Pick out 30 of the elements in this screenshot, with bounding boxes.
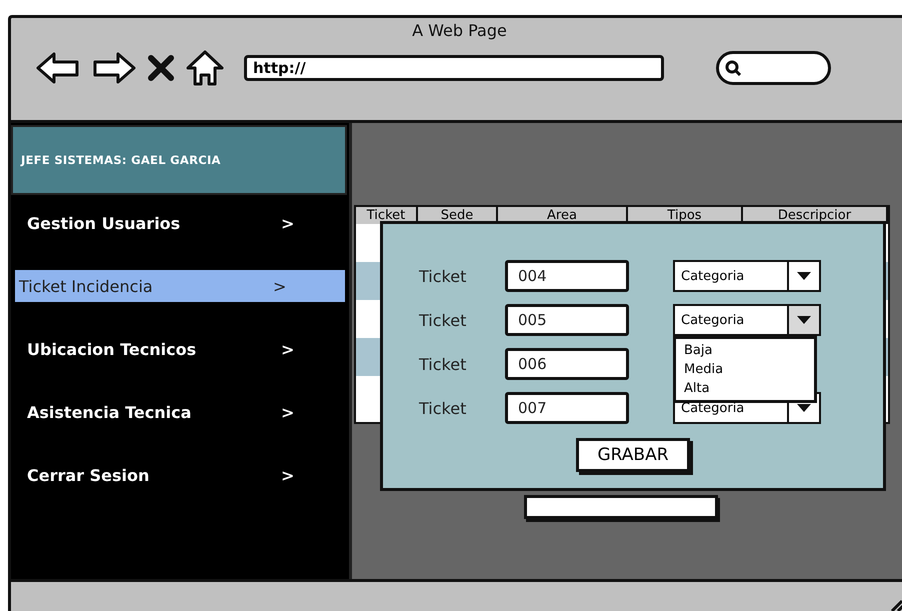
caret-icon xyxy=(796,271,812,281)
dropdown-toggle[interactable] xyxy=(787,306,819,334)
caret-icon xyxy=(796,315,812,325)
dropdown-option[interactable]: Media xyxy=(684,360,806,379)
forward-icon[interactable] xyxy=(92,51,136,85)
search-icon xyxy=(725,60,741,76)
category-dropdown[interactable]: Categoria xyxy=(673,304,821,336)
ticket-label: Ticket xyxy=(419,310,468,330)
sidebar-item[interactable]: Ticket Incidencia > xyxy=(15,270,345,302)
close-icon[interactable] xyxy=(148,55,174,81)
home-icon[interactable] xyxy=(186,50,224,86)
category-dropdown[interactable]: Categoria xyxy=(673,260,821,292)
ticket-label: Ticket xyxy=(419,398,468,418)
ticket-input[interactable]: 005 xyxy=(505,304,629,336)
save-button[interactable]: GRABAR xyxy=(576,438,690,472)
window-title: A Web Page xyxy=(412,21,507,40)
search-field[interactable] xyxy=(716,51,831,85)
sidebar-item[interactable]: Cerrar Sesion > xyxy=(11,459,345,491)
ticket-label: Ticket xyxy=(419,354,468,374)
back-icon[interactable] xyxy=(36,51,80,85)
address-field[interactable]: http:// xyxy=(244,55,664,81)
dropdown-option[interactable]: Baja xyxy=(684,341,806,360)
ticket-input[interactable]: 006 xyxy=(505,348,629,380)
ticket-label: Ticket xyxy=(419,266,468,286)
sidebar-item[interactable]: Asistencia Tecnica > xyxy=(11,396,345,428)
sidebar-item[interactable]: Ubicacion Tecnicos > xyxy=(11,333,345,365)
ticket-input[interactable]: 007 xyxy=(505,392,629,424)
user-header: JEFE SISTEMAS: GAEL GARCIA xyxy=(11,125,347,195)
ticket-input[interactable]: 004 xyxy=(505,260,629,292)
sidebar-item[interactable]: Gestion Usuarios > xyxy=(11,207,345,239)
